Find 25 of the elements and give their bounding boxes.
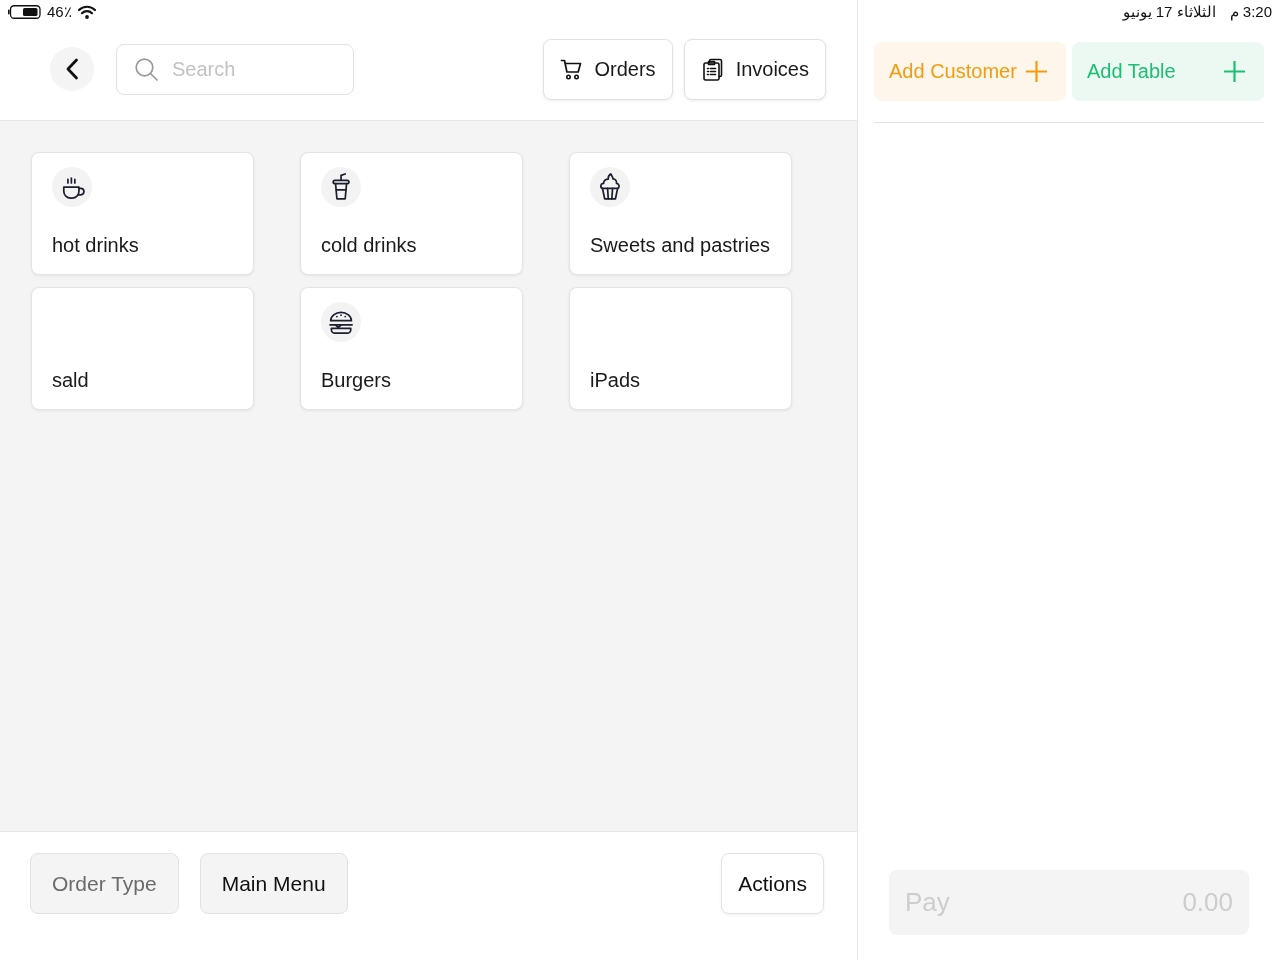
cup-with-straw-icon [321,167,361,207]
wifi-icon [77,5,96,19]
actions-button[interactable]: Actions [721,853,824,914]
search-icon [135,57,158,81]
invoices-button[interactable]: Invoices [683,38,826,100]
orders-button[interactable]: Orders [542,38,673,100]
chevron-left-icon [65,58,79,80]
category-card[interactable]: hot drinks [31,152,254,275]
status-time: 3:20 م [1229,3,1272,21]
burger-icon [321,302,361,342]
category-card[interactable]: Sweets and pastries [569,152,792,275]
battery-icon [8,5,41,19]
search-field[interactable]: Search [116,43,354,95]
category-card[interactable]: sald [31,287,254,410]
category-card[interactable]: Burgers [300,287,523,410]
battery-percentage: 46٪ [47,3,72,21]
document-stack-icon [700,57,724,81]
cupcake-icon [590,167,630,207]
category-card[interactable]: iPads [569,287,792,410]
category-card[interactable]: cold drinks [300,152,523,275]
cup-icon [52,167,92,207]
status-date: الثلاثاء 17 يونيو [1122,3,1216,21]
main-menu-button[interactable]: Main Menu [199,853,348,914]
cart-icon [559,57,583,81]
back-button[interactable] [50,47,94,91]
